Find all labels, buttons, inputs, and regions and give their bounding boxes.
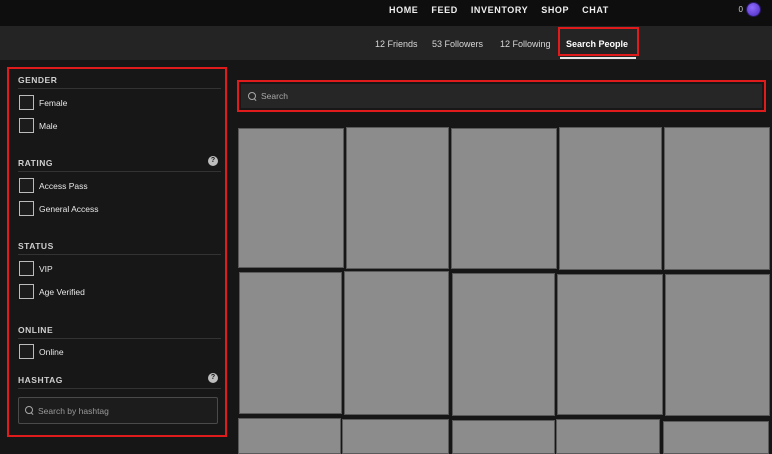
checkbox-label: VIP bbox=[39, 263, 53, 274]
profile-card[interactable] bbox=[451, 128, 557, 269]
main-menu: HOME FEED INVENTORY SHOP CHAT bbox=[389, 0, 622, 20]
active-tab-indicator bbox=[560, 57, 636, 59]
hashtag-placeholder: Search by hashtag bbox=[38, 405, 109, 416]
gender-title: GENDER bbox=[18, 75, 58, 85]
profile-card[interactable] bbox=[665, 274, 770, 416]
profile-card[interactable] bbox=[238, 128, 344, 268]
profile-card[interactable] bbox=[664, 127, 770, 270]
hashtag-title: HASHTAG bbox=[18, 375, 63, 385]
divider bbox=[18, 171, 221, 172]
profile-card[interactable] bbox=[556, 419, 660, 454]
checkbox[interactable] bbox=[19, 201, 34, 216]
nav-shop[interactable]: SHOP bbox=[541, 5, 569, 15]
checkbox[interactable] bbox=[19, 284, 34, 299]
profile-card[interactable] bbox=[452, 420, 555, 454]
profile-card[interactable] bbox=[239, 272, 342, 414]
divider bbox=[18, 254, 221, 255]
nav-chat[interactable]: CHAT bbox=[582, 5, 609, 15]
nav-inventory[interactable]: INVENTORY bbox=[471, 5, 528, 15]
highlight-box bbox=[558, 27, 639, 56]
checkbox[interactable] bbox=[19, 118, 34, 133]
profile-card[interactable] bbox=[344, 271, 449, 415]
checkbox-label: Age Verified bbox=[39, 286, 85, 297]
divider bbox=[18, 388, 221, 389]
wallet-count: 0 bbox=[738, 5, 743, 14]
tab-following[interactable]: 12 Following bbox=[500, 39, 551, 49]
search-icon bbox=[248, 91, 257, 101]
profile-card[interactable] bbox=[557, 274, 663, 415]
profile-card[interactable] bbox=[559, 127, 662, 270]
divider bbox=[18, 88, 221, 89]
checkbox[interactable] bbox=[19, 344, 34, 359]
filter-general-access[interactable]: General Access bbox=[19, 201, 99, 216]
checkbox-label: General Access bbox=[39, 203, 99, 214]
status-title: STATUS bbox=[18, 241, 54, 251]
checkbox-label: Female bbox=[39, 97, 68, 108]
checkbox-label: Male bbox=[39, 120, 58, 131]
help-icon[interactable]: ? bbox=[208, 156, 218, 166]
search-input[interactable]: Search bbox=[241, 84, 762, 108]
profile-card[interactable] bbox=[663, 421, 769, 454]
profile-card[interactable] bbox=[452, 273, 555, 416]
search-icon bbox=[25, 406, 34, 415]
people-search-bar: Search bbox=[237, 80, 766, 112]
filter-male[interactable]: Male bbox=[19, 118, 57, 133]
profile-card[interactable] bbox=[238, 418, 341, 454]
filter-vip[interactable]: VIP bbox=[19, 261, 53, 276]
tab-followers[interactable]: 53 Followers bbox=[432, 39, 483, 49]
checkbox[interactable] bbox=[19, 95, 34, 110]
checkbox-label: Access Pass bbox=[39, 180, 88, 191]
people-subnav: 12 Friends 53 Followers 12 Following Sea… bbox=[0, 26, 772, 60]
checkbox[interactable] bbox=[19, 261, 34, 276]
search-placeholder: Search bbox=[261, 91, 288, 101]
wallet-balance[interactable]: 0 bbox=[739, 3, 760, 16]
filter-female[interactable]: Female bbox=[19, 95, 67, 110]
coin-icon bbox=[747, 3, 760, 16]
rating-title: RATING bbox=[18, 158, 53, 168]
filter-access-pass[interactable]: Access Pass bbox=[19, 178, 88, 193]
filter-age-verified[interactable]: Age Verified bbox=[19, 284, 85, 299]
tab-friends[interactable]: 12 Friends bbox=[375, 39, 418, 49]
help-icon[interactable]: ? bbox=[208, 373, 218, 383]
checkbox-label: Online bbox=[39, 346, 64, 357]
checkbox[interactable] bbox=[19, 178, 34, 193]
nav-home[interactable]: HOME bbox=[389, 5, 418, 15]
online-title: ONLINE bbox=[18, 325, 54, 335]
profile-card[interactable] bbox=[342, 419, 449, 454]
filter-online[interactable]: Online bbox=[19, 344, 64, 359]
hashtag-search-input[interactable]: Search by hashtag bbox=[18, 397, 218, 424]
filter-sidebar: GENDER Female Male RATING ? Access Pass … bbox=[7, 67, 227, 437]
divider bbox=[18, 338, 221, 339]
top-nav: HOME FEED INVENTORY SHOP CHAT 0 bbox=[0, 0, 772, 26]
profile-card[interactable] bbox=[346, 127, 449, 269]
nav-feed[interactable]: FEED bbox=[431, 5, 457, 15]
